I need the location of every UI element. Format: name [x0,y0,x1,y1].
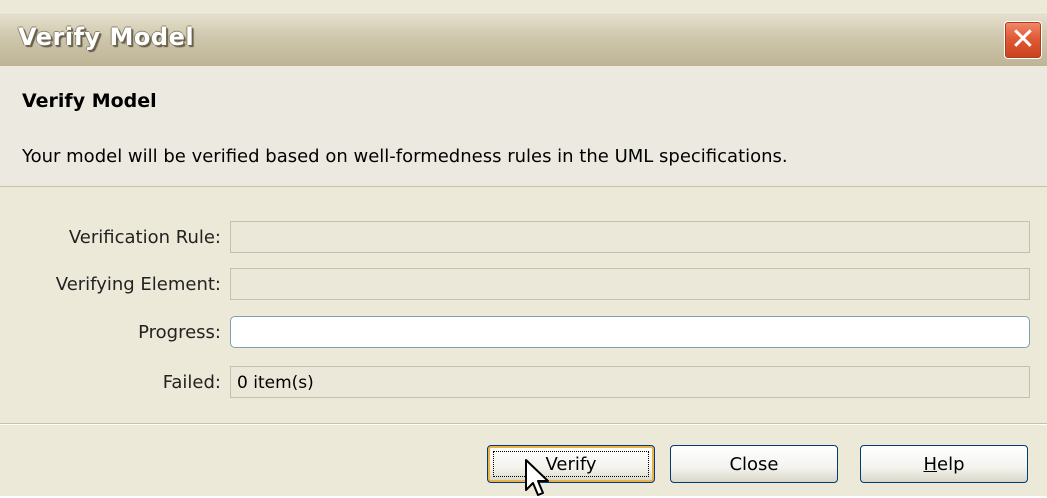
verifying-element-field [230,268,1030,300]
progress-row: Progress: [0,316,1047,350]
verify-model-dialog: Verify Model ✕ Verify Model Your model w… [0,0,1047,496]
help-button-label: Help [923,453,965,475]
verification-rule-label: Verification Rule: [68,227,221,248]
section-title: Verify Model [22,90,157,112]
failed-count-field: 0 item(s) [230,366,1030,398]
failed-label: Failed: [162,372,221,393]
failed-row: Failed: 0 item(s) [0,366,1047,400]
description-text: Your model will be verified based on wel… [22,146,788,167]
button-separator [0,423,1047,425]
verifying-element-label: Verifying Element: [55,274,221,295]
focus-ring [493,451,649,477]
progress-label: Progress: [138,322,221,343]
mouse-pointer-icon [525,459,549,496]
verify-button[interactable]: Verify [487,445,655,483]
close-button[interactable]: Close [670,445,838,483]
title-bar[interactable]: Verify Model ✕ [0,12,1047,68]
verification-rule-row: Verification Rule: [0,221,1047,255]
progress-bar [230,316,1030,348]
help-button[interactable]: Help [860,445,1028,483]
header-panel: Verify Model Your model will be verified… [0,66,1047,187]
verification-rule-field [230,221,1030,253]
close-button-label: Close [729,453,779,475]
window-title: Verify Model [18,23,195,51]
close-icon[interactable]: ✕ [1004,21,1042,59]
verifying-element-row: Verifying Element: [0,268,1047,302]
